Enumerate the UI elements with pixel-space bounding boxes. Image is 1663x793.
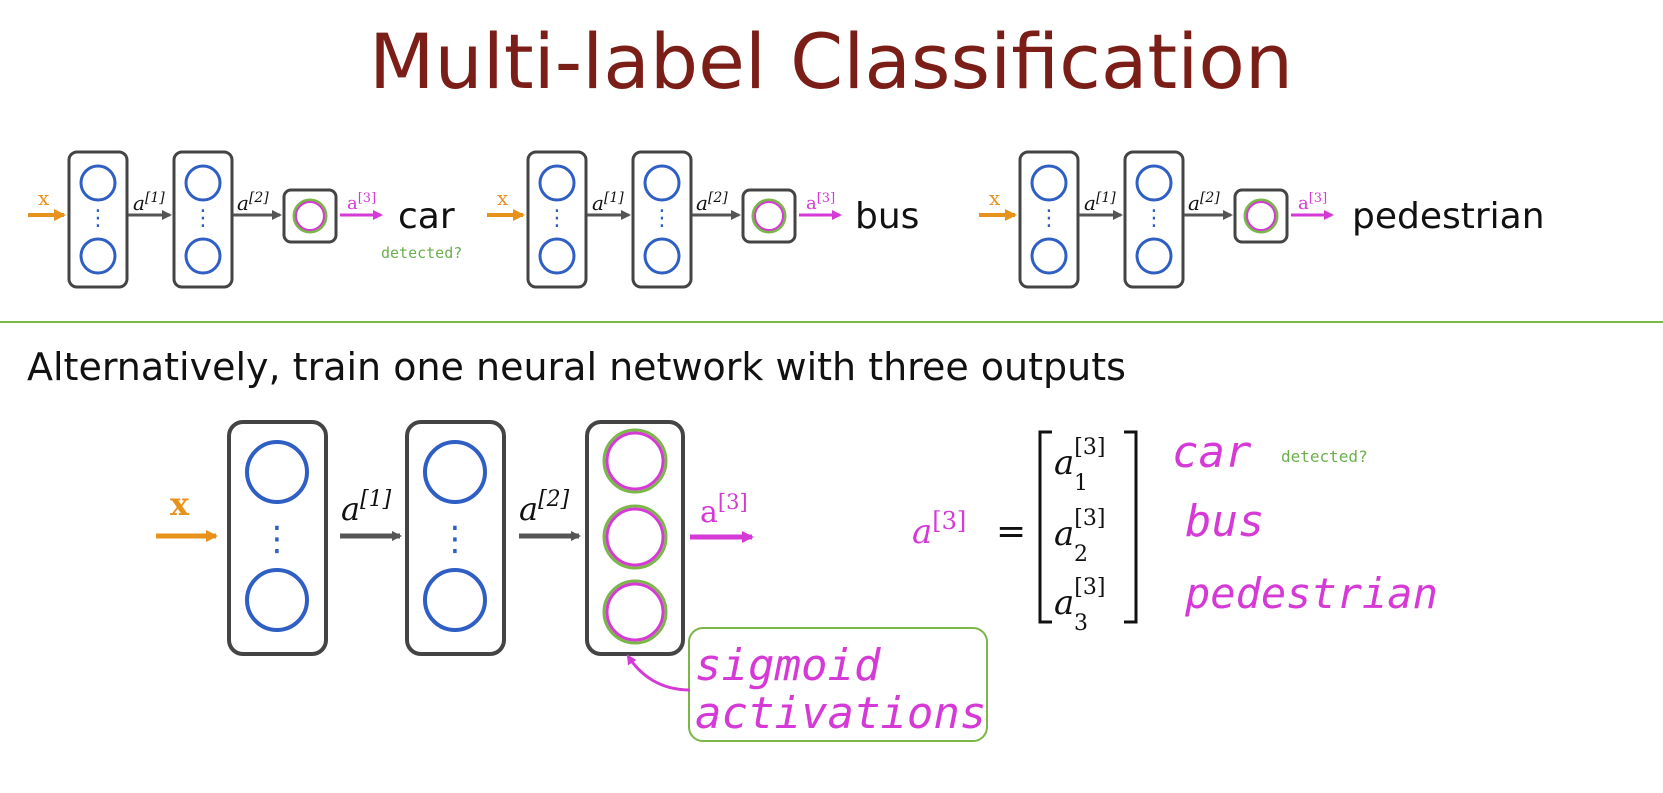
neuron (245, 440, 309, 504)
subtitle: Alternatively, train one neural network … (27, 345, 1126, 389)
a1-label: a[1] (592, 190, 624, 215)
a2-label: a[2] (237, 190, 269, 215)
neuron (538, 237, 576, 275)
handwritten-labels: car detected? bus pedestrian (1172, 427, 1438, 618)
neuron (1030, 237, 1068, 275)
a1-label: a[1] (341, 487, 392, 528)
output-box (741, 188, 797, 244)
output-neuron-ring (1246, 201, 1276, 231)
neuron (79, 237, 117, 275)
a3-label: a[3] (1298, 191, 1327, 214)
equation-lhs: a[3] (912, 507, 966, 552)
slide-title: Multi-label Classification (369, 17, 1293, 106)
neuron (538, 164, 576, 202)
a3-label: a[3] (347, 191, 376, 214)
annotation-line-2: activations (695, 688, 986, 739)
ellipsis-dots: ⋮ (651, 206, 673, 231)
ellipsis-dots: ⋮ (1143, 206, 1165, 231)
output-box (282, 188, 338, 244)
output-label: pedestrian (1352, 196, 1545, 237)
a2-label: a[2] (1188, 190, 1220, 215)
output-neuron (602, 428, 668, 494)
neuron (1030, 164, 1068, 202)
neuron (79, 164, 117, 202)
output-neuron (1243, 198, 1279, 234)
big-network: x ⋮ a[1] ⋮ a[2] a[3] (156, 420, 754, 656)
ellipsis-dots: ⋮ (87, 206, 109, 231)
equals-sign: = (996, 511, 1026, 552)
slide-canvas: Multi-label Classification x ⋮ a[1] ⋮ a[… (0, 17, 1663, 742)
a2-label: a[2] (696, 190, 728, 215)
entry-3-sub: 3 (1074, 611, 1088, 636)
annotation-line-1: sigmoid (695, 640, 881, 691)
output-neuron-ring (605, 582, 665, 642)
hand-detected-note: detected? (1281, 447, 1368, 466)
annotation-arrow (626, 654, 691, 692)
input-x-label: x (38, 186, 50, 210)
a1-label: a[1] (1084, 190, 1116, 215)
hand-label-car: car (1172, 427, 1252, 478)
output-label: car (398, 196, 455, 237)
small-network-pedestrian: x ⋮ a[1] ⋮ a[2] a[3] pedestrian (979, 150, 1545, 289)
output-neuron-ring (754, 201, 784, 231)
neuron (1135, 237, 1173, 275)
a2-label: a[2] (519, 487, 570, 528)
ellipsis-dots: ⋮ (260, 519, 294, 559)
neuron (245, 568, 309, 632)
output-vector-equation: a[3] = a[3] 1 a[3] 2 a[3] 3 (912, 430, 1138, 636)
neuron (643, 164, 681, 202)
output-label: bus (855, 196, 919, 237)
hand-label-pedestrian: pedestrian (1184, 569, 1438, 618)
input-x-label: x (497, 186, 509, 210)
output-neuron (292, 198, 328, 234)
left-bracket (1038, 430, 1052, 624)
neuron (423, 568, 487, 632)
hand-label-bus: bus (1185, 496, 1264, 547)
entry-1-sub: 1 (1074, 471, 1088, 496)
small-network-car: x ⋮ a[1] ⋮ a[2] a[3] car detected? (28, 150, 462, 289)
output-neuron (602, 504, 668, 570)
output-neuron-ring (605, 507, 665, 567)
detected-note: detected? (381, 244, 462, 262)
output-neuron (602, 579, 668, 645)
neuron (1135, 164, 1173, 202)
small-network-bus: x ⋮ a[1] ⋮ a[2] a[3] bus (487, 150, 919, 289)
output-neuron-ring (605, 431, 665, 491)
neuron (643, 237, 681, 275)
input-x-label: x (989, 186, 1001, 210)
right-bracket (1124, 430, 1138, 624)
ellipsis-dots: ⋮ (192, 206, 214, 231)
neuron (423, 440, 487, 504)
ellipsis-dots: ⋮ (438, 519, 472, 559)
neuron (184, 237, 222, 275)
a1-label: a[1] (133, 190, 165, 215)
output-neuron (751, 198, 787, 234)
entry-2-sub: 2 (1074, 542, 1088, 567)
neuron (184, 164, 222, 202)
input-x-label: x (170, 485, 190, 523)
a3-label: a[3] (806, 191, 835, 214)
ellipsis-dots: ⋮ (546, 206, 568, 231)
output-box (1233, 188, 1289, 244)
output-layer-box (585, 420, 685, 656)
a3-label: a[3] (700, 490, 748, 530)
ellipsis-dots: ⋮ (1038, 206, 1060, 231)
output-neuron-ring (295, 201, 325, 231)
